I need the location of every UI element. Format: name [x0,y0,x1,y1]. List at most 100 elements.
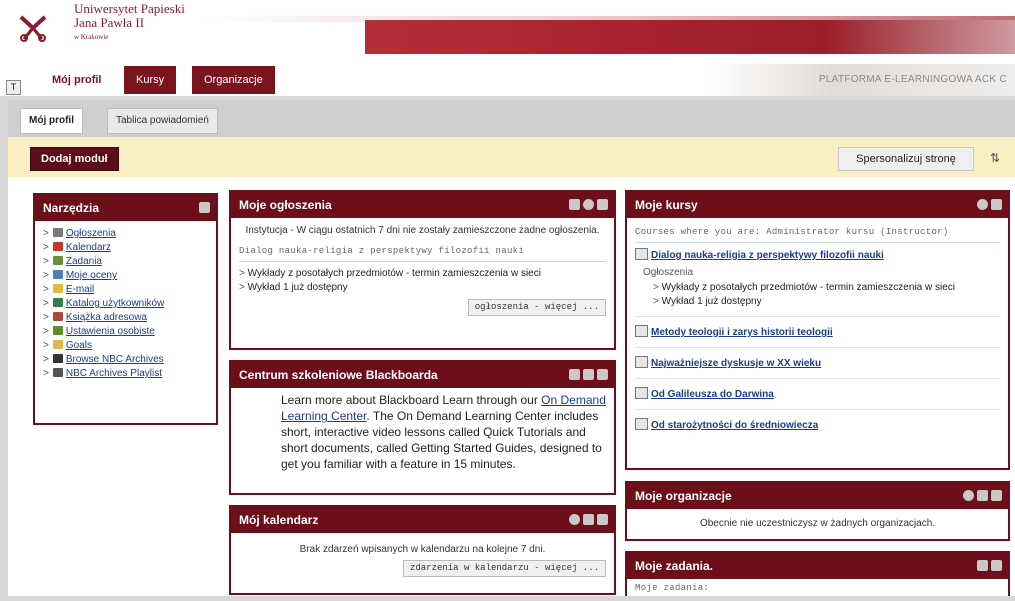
close-module-icon[interactable] [597,369,608,380]
subtab-notifications[interactable]: Tablica powiadomień [107,108,218,134]
module-options-icon[interactable] [977,490,988,501]
course-role-heading: Courses where you are: Administrator kur… [635,222,1000,243]
header-ribbon [365,20,1015,54]
course-list: Metody teologii i zarys historii teologi… [635,316,1000,432]
course-item: Od starożytności do średniowiecza [635,418,1000,432]
module-settings-icon[interactable] [583,199,594,210]
expand-arrow-icon: > [43,256,49,267]
university-line-2: Jana Pawła II [74,15,145,30]
expand-arrow-icon: > [43,242,49,253]
calendar-module-title: Mój kalendarz [239,513,319,527]
course-link[interactable]: Dialog nauka-religia z perspektywy filoz… [651,250,884,261]
tool-link[interactable]: E-mail [66,284,94,295]
tool-item[interactable]: > Goals [43,339,208,352]
module-settings-icon[interactable] [963,490,974,501]
organizations-module-title: Moje organizacje [635,489,732,503]
tool-link[interactable]: Ogłoszenia [66,228,116,239]
add-module-button[interactable]: Dodaj moduł [30,147,119,171]
reorder-icon[interactable]: ⇅ [985,150,1005,166]
tool-item[interactable]: > Zadania [43,255,208,268]
module-settings-icon[interactable] [569,514,580,525]
tools-module: Narzędzia > Ogłoszenia > Kalendarz > Zadania >… [33,193,218,425]
tool-link[interactable]: Książka adresowa [66,312,147,323]
tool-item[interactable]: > E-mail [43,283,208,296]
course-item: Od Galileusza do Darwina [635,387,1000,401]
course-icon [635,356,648,368]
menu-toggle-icon[interactable]: T [6,80,21,95]
expand-arrow-icon: > [43,298,49,309]
playlist-icon [52,368,63,377]
university-name: Uniwersytet Papieski Jana Pawła II w Kra… [74,2,185,44]
tool-item[interactable]: > NBC Archives Playlist [43,367,208,380]
course-divider [635,409,1000,410]
tool-link[interactable]: Browse NBC Archives [66,354,164,365]
edit-module-icon[interactable] [569,199,580,210]
more-events-button[interactable]: zdarzenia w kalendarzu - więcej ... [402,560,606,577]
edit-module-icon[interactable] [569,369,580,380]
module-options-icon[interactable] [583,369,594,380]
course-link[interactable]: Od starożytności do średniowiecza [651,420,818,431]
course-announcement-item[interactable]: Wykład 1 już dostępny [653,295,1000,308]
module-settings-icon[interactable] [977,199,988,210]
tasks-module-header: Moje zadania. [627,553,1008,579]
tool-item[interactable]: > Kalendarz [43,241,208,254]
blackboard-training-module: Centrum szkoleniowe Blackboarda Learn mo… [229,360,616,495]
module-options-icon[interactable] [597,199,608,210]
tool-item[interactable]: > Moje oceny [43,269,208,282]
course-link[interactable]: Najważniejsze dyskusje w XX wieku [651,358,821,369]
grades-icon [52,270,63,279]
top-header: Uniwersytet Papieski Jana Pawła II w Kra… [0,0,1015,64]
tasks-module-title: Moje zadania. [635,559,714,573]
announcements-module-header: Moje ogłoszenia [231,192,614,218]
module-options-icon[interactable] [977,560,988,571]
module-options-icon[interactable] [583,514,594,525]
tool-item[interactable]: > Książka adresowa [43,311,208,324]
archive-icon [52,354,63,363]
university-line-1: Uniwersytet Papieski [74,1,185,16]
close-module-icon[interactable] [991,560,1002,571]
tool-item[interactable]: > Ogłoszenia [43,227,208,240]
tool-item[interactable]: > Ustawienia osobiste [43,325,208,338]
organizations-note: Obecnie nie uczestniczysz w żadnych orga… [699,518,936,529]
tool-link[interactable]: Ustawienia osobiste [66,326,155,337]
courses-module: Moje kursy Courses where you are: Admini… [625,190,1010,470]
tool-item[interactable]: > Katalog użytkowników [43,297,208,310]
tool-link[interactable]: Moje oceny [66,270,117,281]
institution-note: Instytucja - W ciągu ostatnich 7 dni nie… [245,225,600,236]
course-link[interactable]: Od Galileusza do Darwina [651,389,774,400]
tab-courses[interactable]: Kursy [124,66,177,94]
courses-module-title: Moje kursy [635,198,698,212]
tool-item[interactable]: > Browse NBC Archives [43,353,208,366]
course-announcements-label: Ogłoszenia [643,267,694,278]
announcement-item[interactable]: Wykład 1 już dostępny [239,281,606,294]
expand-arrow-icon: > [43,228,49,239]
tab-my-profile[interactable]: Mój profil [40,66,114,94]
course-item: Najważniejsze dyskusje w XX wieku [635,356,1000,370]
organizations-module: Moje organizacje Obecnie nie uczestniczy… [625,481,1010,541]
announcement-item[interactable]: Wykłady z posotałych przedmiotów - termi… [239,267,606,280]
course-icon [635,387,648,399]
subtab-my-profile[interactable]: Mój profil [20,108,83,134]
tool-link[interactable]: Zadania [66,256,102,267]
expand-arrow-icon: > [43,326,49,337]
close-module-icon[interactable] [991,490,1002,501]
tool-link[interactable]: Goals [66,340,92,351]
tab-organizations[interactable]: Organizacje [192,66,275,94]
blackboard-description: Learn more about Blackboard Learn throug… [231,388,614,472]
tool-link[interactable]: Kalendarz [66,242,111,253]
organizations-module-header: Moje organizacje [627,483,1008,509]
course-link[interactable]: Metody teologii i zarys historii teologi… [651,327,833,338]
settings-icon [52,326,63,335]
course-announcement-item[interactable]: Wykłady z posotałych przedmiotów - termi… [653,281,1000,294]
courses-module-header: Moje kursy [627,192,1008,218]
module-options-icon[interactable] [199,202,210,213]
platform-brand: PLATFORMA E-LEARNINGOWA ACK C [707,64,1015,96]
module-options-icon[interactable] [991,199,1002,210]
close-module-icon[interactable] [597,514,608,525]
personalize-page-button[interactable]: Spersonalizuj stronę [838,147,974,171]
tool-link[interactable]: NBC Archives Playlist [66,368,162,379]
course-divider [635,316,1000,317]
more-announcements-button[interactable]: ogłoszenia - więcej ... [467,299,606,316]
course-announcements-heading: Dialog nauka-religia z perspektywy filoz… [239,241,606,262]
tool-link[interactable]: Katalog użytkowników [66,298,164,309]
